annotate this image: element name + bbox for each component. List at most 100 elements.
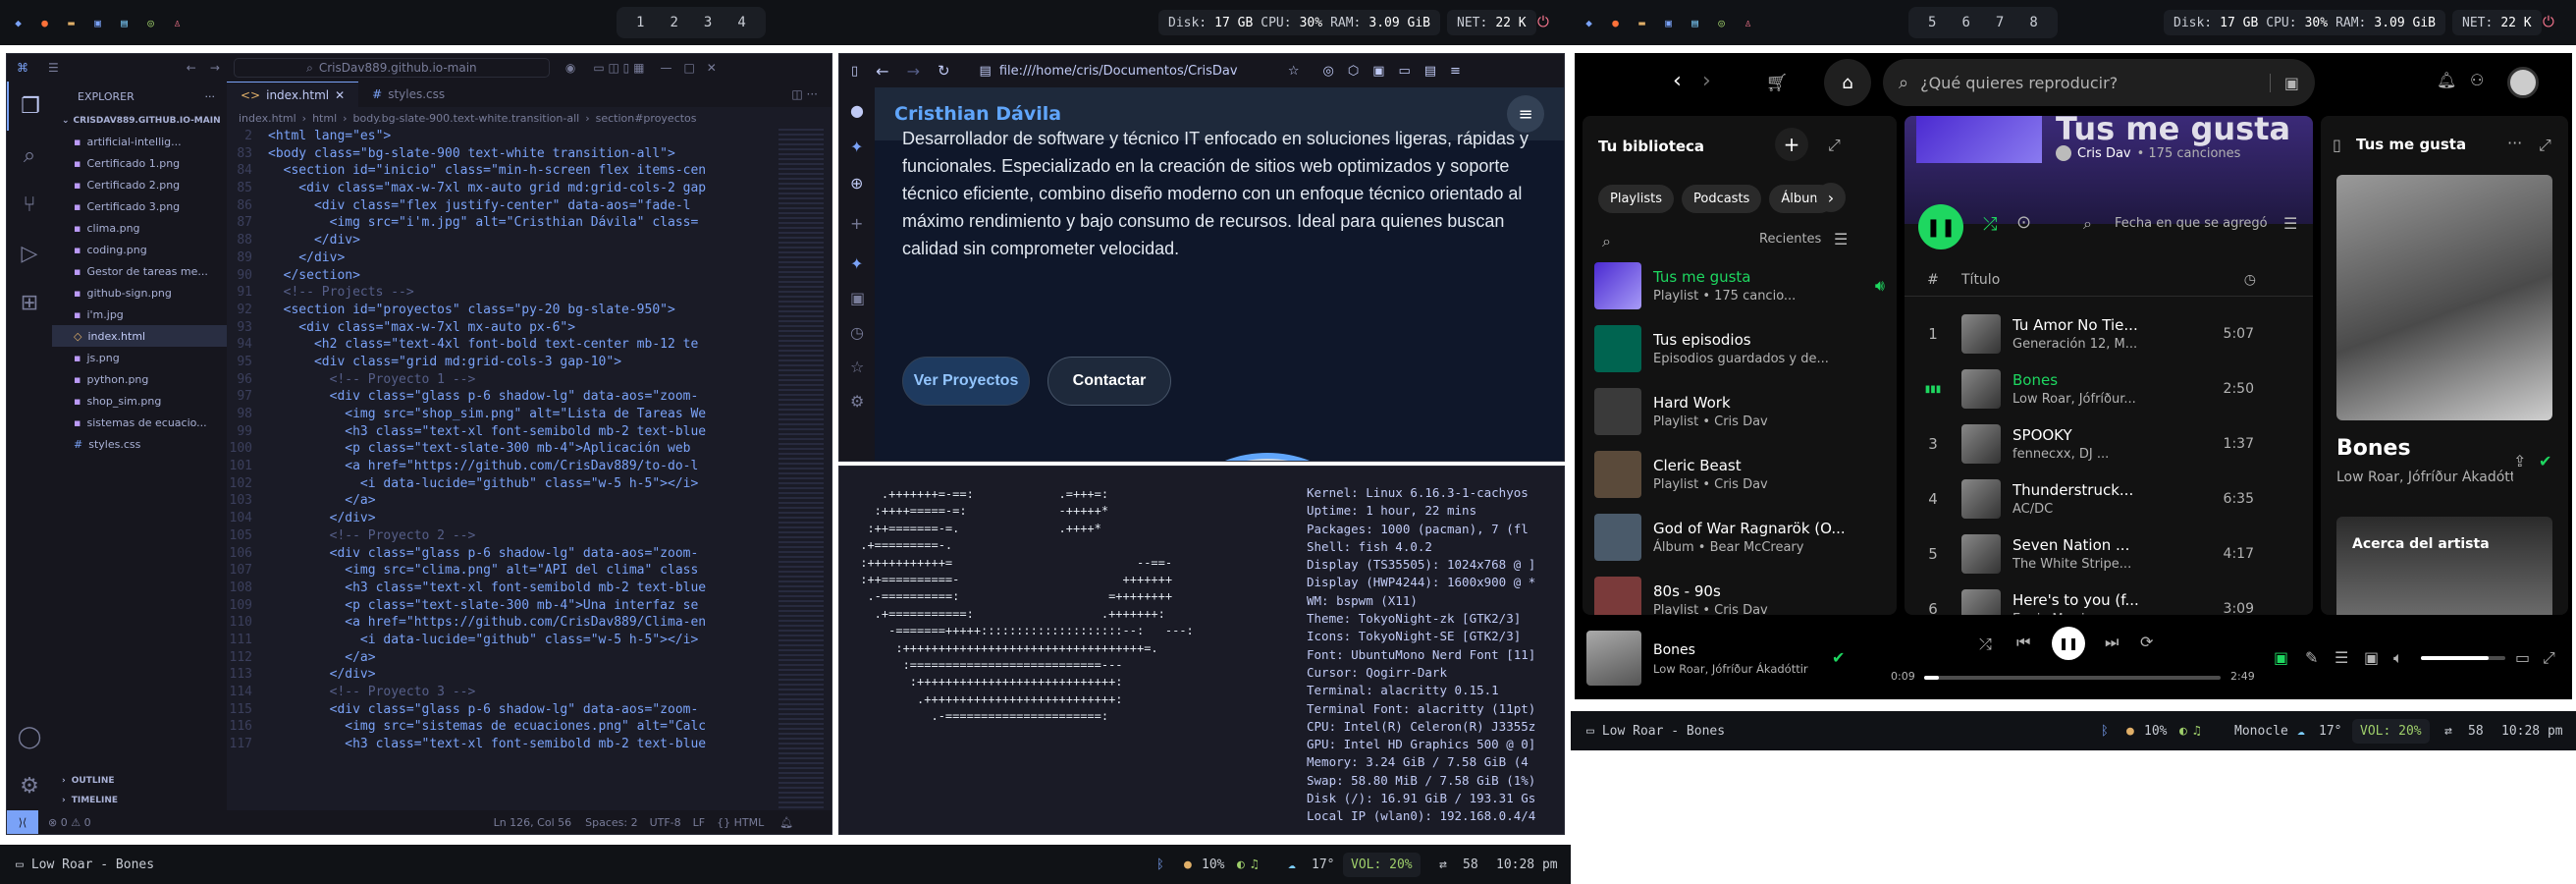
workspace-7[interactable]: 7 [1996, 15, 2004, 30]
lyrics-icon[interactable]: ✎ [2305, 648, 2318, 667]
cursor-position[interactable]: Ln 126, Col 56 [494, 816, 572, 829]
player-artist[interactable]: Low Roar, Jófríður Ákadóttir [1653, 662, 1808, 676]
layout-icon[interactable]: ▭ ◫ ▯ ▦ [593, 61, 644, 75]
whatsapp-icon[interactable]: ◎ [142, 15, 159, 31]
bluetooth-icon[interactable]: ᛒ [2101, 724, 2109, 739]
library-item[interactable]: Cleric Beast Playlist • Cris Dav [1594, 446, 1885, 503]
friends-icon[interactable]: ⚇ [2470, 71, 2484, 89]
whatsapp-icon[interactable]: ◎ [1713, 15, 1730, 31]
file-item[interactable]: ▪ i'm.jpg [52, 304, 227, 325]
reload-icon[interactable]: ↻ [938, 62, 950, 80]
folder-icon[interactable]: ▬ [1634, 15, 1650, 31]
track-row[interactable]: 1 Tu Amor No Tie... Generación 12, M... 5:0… [1905, 306, 2313, 361]
queue-icon[interactable]: ☰ [2334, 648, 2348, 667]
projects-button[interactable]: Ver Proyectos [902, 357, 1030, 406]
track-row[interactable]: 5 Seven Nation ... The White Stripe... 4:17 [1905, 526, 2313, 581]
user-icon[interactable]: ♙ [1740, 15, 1756, 31]
bookmark-star-icon[interactable]: ☆ [1288, 64, 1300, 79]
breadcrumb-item[interactable]: index.html [239, 112, 296, 125]
player-title[interactable]: Bones [1653, 642, 1695, 658]
chevron-right-icon[interactable]: › [1816, 183, 1846, 212]
saved-check-icon[interactable]: ✔ [1832, 648, 1845, 667]
library-item[interactable]: Tus me gusta Playlist • 175 cancio... 🔊︎ [1594, 257, 1885, 314]
file-item[interactable]: ▪ clima.png [52, 217, 227, 239]
add-icon[interactable]: + [850, 214, 875, 233]
search-icon[interactable]: ⌕ [1602, 232, 1611, 251]
next-icon[interactable]: ⏭︎ [2105, 633, 2119, 652]
breadcrumb-item[interactable]: section#proyectos [596, 112, 697, 125]
code-icon[interactable]: ▣ [89, 15, 106, 31]
file-item[interactable]: ▪ github-sign.png [52, 282, 227, 304]
remote-indicator[interactable]: ⟩⟨ [7, 810, 38, 834]
image-icon[interactable]: ▤ [116, 15, 133, 31]
forward-icon[interactable]: › [1702, 69, 1711, 93]
url-bar[interactable]: file:///home/cris/Documentos/CrisDav [999, 64, 1284, 79]
file-item[interactable]: ▪ coding.png [52, 239, 227, 260]
settings-gear-icon[interactable]: ⚙ [850, 392, 875, 411]
library-item[interactable]: 80s - 90s Playlist • Cris Dav [1594, 572, 1885, 615]
breadcrumb-item[interactable]: body.bg-slate-900.text-white.transition-… [353, 112, 580, 125]
files-icon[interactable]: ❐ [7, 82, 52, 131]
user-icon[interactable]: ♙ [169, 15, 186, 31]
about-artist-card[interactable]: Acerca del artista [2336, 517, 2552, 615]
volume-icon[interactable]: 🔈︎ [2393, 648, 2403, 668]
breadcrumb-item[interactable]: html [312, 112, 337, 125]
store-icon[interactable]: 🛒︎ [1759, 65, 1795, 100]
workspace-4[interactable]: 4 [737, 15, 745, 30]
problems-indicator[interactable]: ⊗ 0 ⚠ 0 [48, 816, 91, 829]
volume-slider[interactable] [2421, 656, 2505, 660]
shuffle-icon[interactable]: ⤮ [1979, 635, 1992, 654]
now-playing-view-icon[interactable]: ▣ [2274, 648, 2288, 667]
filter-podcasts[interactable]: Podcasts [1681, 185, 1762, 213]
chevron-right-icon[interactable]: › [62, 796, 66, 805]
file-item[interactable]: ▪ Certificado 1.png [52, 152, 227, 174]
more-icon[interactable]: ··· [2507, 134, 2522, 152]
track-artist[interactable]: AC/DC [2012, 502, 2209, 517]
file-item[interactable]: ▪ artificial-intellig... [52, 131, 227, 152]
track-artist[interactable]: fennecxx, DJ ... [2012, 447, 2209, 462]
player-thumbnail[interactable] [1586, 631, 1641, 686]
now-playing-artist[interactable]: Low Roar, Jófríður Ákadóttir [2336, 470, 2513, 485]
arch-icon[interactable]: ◆ [1581, 15, 1597, 31]
download-icon[interactable]: ⊙ [2016, 212, 2031, 233]
code-editor[interactable]: 2 <html lang="es"> 83 <body class="bg-slate… [227, 129, 773, 810]
track-title[interactable]: Thunderstruck... [2012, 481, 2209, 499]
play-pause-button[interactable]: ❚❚ [2052, 627, 2085, 660]
workspace-8[interactable]: 8 [2029, 15, 2037, 30]
tabs-icon[interactable]: ▣ [850, 289, 875, 307]
firefox-icon[interactable]: ● [1607, 15, 1624, 31]
workspace-6[interactable]: 6 [1961, 15, 1969, 30]
close-icon[interactable]: ✕ [335, 88, 345, 102]
workspace-5[interactable]: 5 [1928, 15, 1936, 30]
track-title[interactable]: Here's to you (f... [2012, 591, 2209, 609]
browse-icon[interactable]: ▣ [2269, 73, 2299, 92]
minimap[interactable] [778, 129, 824, 810]
now-playing-title[interactable]: Bones [2336, 436, 2411, 461]
close-icon[interactable]: ✕ [707, 61, 717, 75]
minimize-icon[interactable]: — [660, 61, 671, 75]
sort-label[interactable]: Fecha en que se agregó [2115, 216, 2268, 231]
firefox-icon[interactable]: ● [36, 15, 53, 31]
file-item[interactable]: ▪ python.png [52, 368, 227, 390]
toolbar-icons[interactable]: ◎⬡▣▭▤≡ [1323, 64, 1475, 79]
track-row[interactable]: 6 Here's to you (f... Ennio Morricone... 3:… [1905, 581, 2313, 615]
sidebar-toggle-icon[interactable]: ▯ [851, 64, 858, 79]
line-ending[interactable]: LF [693, 816, 705, 829]
back-icon[interactable]: ‹ [1673, 69, 1682, 93]
power-icon[interactable]: ⏻ [1537, 13, 1549, 30]
connect-device-icon[interactable]: ▣ [2364, 648, 2379, 667]
track-row[interactable]: ▮▮▮ Bones Low Roar, Jófríður... 2:50 [1905, 361, 2313, 416]
track-row[interactable]: 4 Thunderstruck... AC/DC 6:35 [1905, 471, 2313, 526]
file-item[interactable]: ▪ Certificado 2.png [52, 174, 227, 195]
track-artist[interactable]: Ennio Morricone... [2012, 612, 2209, 615]
file-item[interactable]: ▪ js.png [52, 347, 227, 368]
contact-button[interactable]: Contactar [1047, 357, 1171, 406]
tab-index-html[interactable]: <> index.html ✕ [227, 82, 359, 107]
avatar[interactable] [2507, 67, 2539, 98]
share-icon[interactable]: ⇪ [2513, 452, 2526, 470]
play-pause-button[interactable]: ❚❚ [1918, 204, 1963, 249]
command-search[interactable]: ⌕ CrisDav889.github.io-main [233, 58, 550, 78]
language-mode[interactable]: {} HTML [717, 816, 764, 829]
outline-section[interactable]: OUTLINE [72, 776, 115, 786]
workspace-root[interactable]: CRISDAV889.GITHUB.IO-MAIN [74, 116, 221, 126]
